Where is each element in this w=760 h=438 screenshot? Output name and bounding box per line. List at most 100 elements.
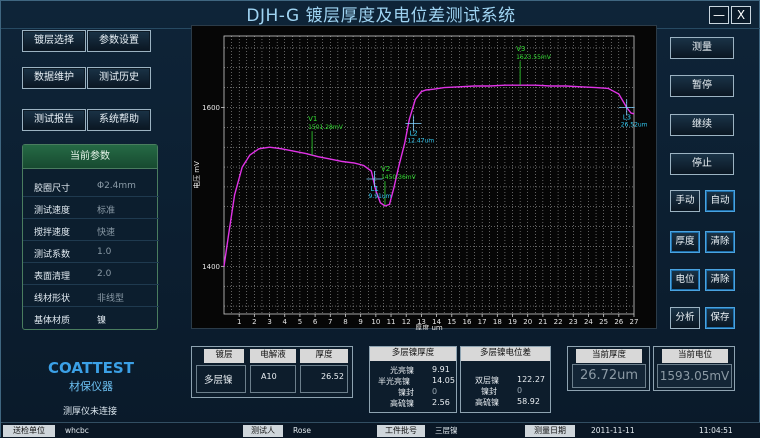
x-tick-label: 23	[569, 318, 578, 326]
cursor-name-l3: L3	[623, 113, 631, 121]
x-tick-label: 2	[252, 318, 256, 326]
pause-button[interactable]: 暂停	[670, 75, 734, 97]
x-tick-label: 1	[237, 318, 241, 326]
param-label: 测试系数	[34, 250, 71, 260]
x-axis-label: 厚度 um	[415, 323, 443, 330]
tester-label: 测试人	[243, 425, 283, 437]
mp-label: 镍封	[481, 387, 497, 396]
mt-label: 半光亮镍	[378, 377, 410, 386]
current-params-title: 当前参数	[23, 145, 157, 169]
marker-name-v2: V2	[381, 165, 390, 173]
save-button[interactable]: 保存	[705, 307, 735, 329]
marker-value-v3: 1623.55mV	[516, 54, 552, 61]
mp-value: 58.92	[517, 397, 540, 406]
x-tick-label: 10	[371, 318, 380, 326]
x-tick-label: 8	[343, 318, 347, 326]
x-tick-label: 19	[508, 318, 517, 326]
date-label: 测量日期	[525, 425, 575, 437]
param-label: 表面清理	[34, 272, 71, 282]
x-tick-label: 26	[614, 318, 623, 326]
mt-label: 镍封	[398, 388, 414, 397]
minimize-icon: —	[713, 8, 725, 22]
mt-value: 14.05	[432, 376, 455, 385]
electrolyte-value: A10	[261, 372, 277, 381]
x-tick-label: 22	[554, 318, 563, 326]
potential-button[interactable]: 电位	[670, 269, 700, 291]
y-tick-label: 1600	[202, 104, 220, 112]
y-tick-label: 1400	[202, 263, 220, 271]
x-tick-label: 6	[313, 318, 318, 326]
clear-thickness-button[interactable]: 清除	[705, 231, 735, 253]
x-tick-label: 4	[283, 318, 288, 326]
x-tick-label: 18	[493, 318, 502, 326]
param-row: 搅拌速度 快速	[23, 219, 159, 241]
x-tick-label: 27	[630, 318, 639, 326]
tester-value: Rose	[293, 426, 311, 435]
param-row: 测试速度 标准	[23, 197, 159, 219]
x-tick-label: 25	[599, 318, 608, 326]
thickness-button[interactable]: 厚度	[670, 231, 700, 253]
thickness-value-box: 26.52	[300, 365, 348, 393]
mt-value: 2.56	[432, 398, 450, 407]
current-potential-panel: 当前电位 1593.05mV	[653, 346, 735, 391]
system-help-button[interactable]: 系统帮助	[87, 109, 151, 131]
test-report-button[interactable]: 测试报告	[22, 109, 86, 131]
test-history-button[interactable]: 测试历史	[87, 67, 151, 89]
param-value: 2.0	[97, 269, 112, 279]
coating-value: 多层镍	[204, 375, 233, 386]
cursor-name-l2: L2	[409, 129, 417, 137]
x-tick-label: 21	[538, 318, 547, 326]
close-button[interactable]: X	[731, 6, 751, 24]
potential-curve	[223, 84, 635, 267]
param-row: 线材形状 非线型	[23, 285, 159, 307]
x-tick-label: 5	[298, 318, 302, 326]
x-tick-label: 11	[387, 318, 396, 326]
connection-status: 测厚仪未连接	[63, 407, 118, 417]
cursor-name-l1: L1	[370, 185, 378, 193]
current-thickness-header: 当前厚度	[576, 349, 642, 363]
mp-value: 122.27	[517, 375, 545, 384]
manual-mode-button[interactable]: 手动	[670, 190, 700, 212]
batch-label: 工件批号	[377, 425, 425, 437]
param-settings-button[interactable]: 参数设置	[87, 30, 151, 52]
param-label: 搅拌速度	[34, 228, 71, 238]
app-window: DJH-G 镀层厚度及电位差测试系统 — X 镀层选择 参数设置 数据维护 测试…	[0, 0, 760, 438]
coating-select-button[interactable]: 镀层选择	[22, 30, 86, 52]
thickness-header: 厚度	[300, 349, 348, 363]
marker-name-v1: V1	[308, 115, 317, 123]
param-value: 镍	[97, 316, 107, 326]
param-value: Φ2.4mm	[97, 181, 136, 191]
multi-thickness-header: 多层镍厚度	[370, 347, 456, 361]
marker-name-v3: V3	[516, 45, 525, 53]
brand-subtitle: 材保仪器	[69, 380, 113, 393]
clear-potential-button[interactable]: 清除	[705, 269, 735, 291]
multi-potential-header: 多层镍电位差	[461, 347, 550, 361]
current-thickness-panel: 当前厚度 26.72um	[567, 346, 650, 391]
current-params-panel: 当前参数 胶圈尺寸 Φ2.4mm 测试速度 标准 搅拌速度 快速 测试系数 1.…	[22, 144, 159, 330]
marker-value-v1: 1501.28mV	[308, 124, 344, 131]
param-value: 快速	[97, 228, 116, 238]
current-potential-header: 当前电位	[662, 349, 728, 363]
x-tick-label: 16	[463, 318, 472, 326]
param-value: 1.0	[97, 247, 112, 257]
mt-value: 0	[432, 387, 438, 396]
param-row: 测试系数 1.0	[23, 241, 159, 263]
mt-value: 9.91	[432, 365, 450, 374]
data-maintenance-button[interactable]: 数据维护	[22, 67, 86, 89]
continue-button[interactable]: 继续	[670, 114, 734, 136]
analyze-button[interactable]: 分析	[670, 307, 700, 329]
x-tick-label: 7	[328, 318, 332, 326]
x-tick-label: 24	[584, 318, 593, 326]
mt-label: 光亮镍	[390, 366, 414, 375]
minimize-button[interactable]: —	[709, 6, 729, 24]
cursor-value-l3: 26.52um	[621, 121, 648, 128]
auto-mode-button[interactable]: 自动	[705, 190, 735, 212]
mt-label: 高硫镍	[390, 399, 414, 408]
status-bar: 送检单位 whcbc 测试人 Rose 工件批号 三层镍 测量日期 2011-1…	[1, 422, 760, 438]
thickness-value: 26.52	[321, 372, 344, 381]
time-value: 11:04:51	[699, 426, 733, 435]
param-value: 非线型	[97, 294, 125, 304]
measure-button[interactable]: 测量	[670, 37, 734, 59]
stop-button[interactable]: 停止	[670, 153, 734, 175]
date-value: 2011-11-11	[591, 426, 635, 435]
